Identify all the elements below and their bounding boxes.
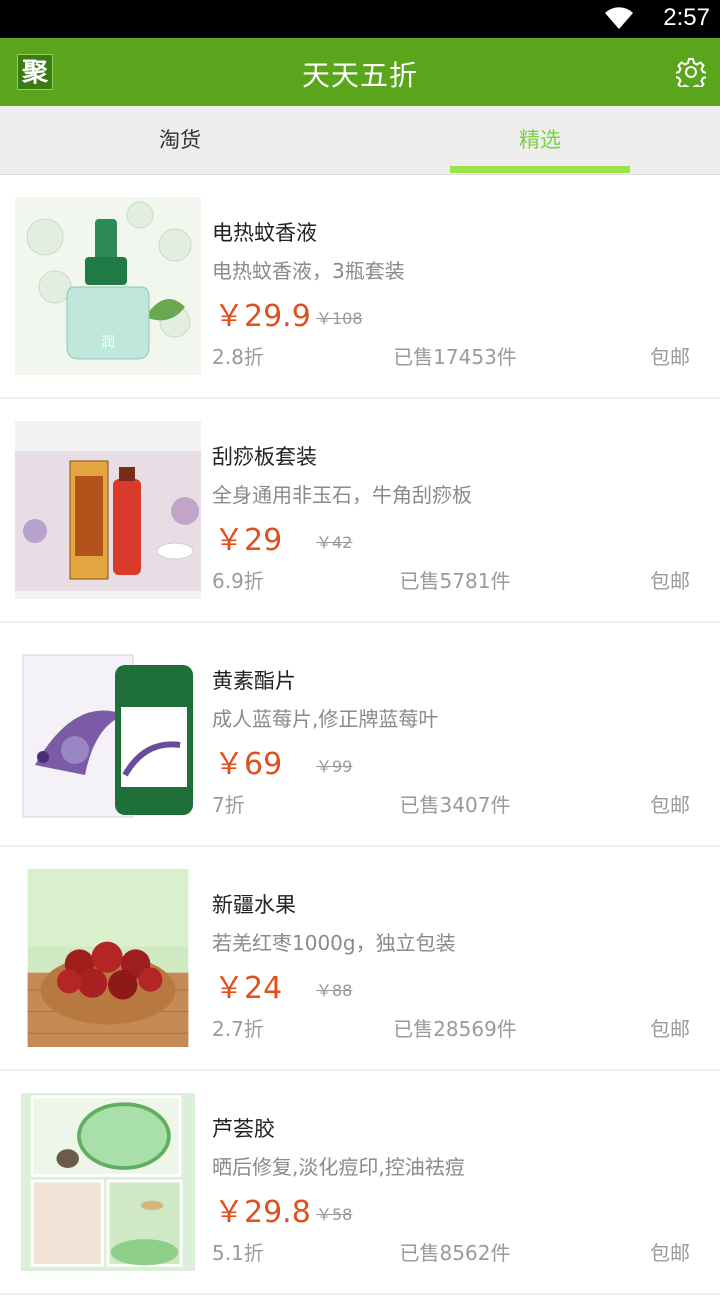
wifi-icon [605,7,633,30]
discount-label: 2.7折 [212,1017,264,1041]
product-price: ￥24 [214,971,283,1006]
product-name: 电热蚊香液 [212,221,317,245]
sold-count: 已售3407件 [399,793,511,817]
original-price: ￥42 [316,533,353,552]
discount-label: 7折 [212,793,245,817]
free-shipping-label: 包邮 [650,1017,690,1041]
free-shipping-label: 包邮 [650,793,690,817]
mosquito-liquid-image: 润 [15,197,201,375]
sold-count: 已售17453件 [393,345,517,369]
free-shipping-label: 包邮 [650,569,690,593]
product-desc: 若羌红枣1000g，独立包装 [212,931,456,955]
product-price: ￥29 [214,523,283,558]
product-name: 新疆水果 [212,893,296,917]
list-item[interactable]: 黄素酯片 成人蓝莓片,修正牌蓝莓叶 ￥69 ￥99 7折 已售3407件 包邮 [0,623,720,847]
product-desc: 全身通用非玉石，牛角刮痧板 [212,483,472,507]
sold-count: 已售28569件 [393,1017,517,1041]
original-price: ￥108 [316,309,363,328]
product-name: 刮痧板套装 [212,445,317,469]
red-dates-image [27,869,189,1047]
original-price: ￥99 [316,757,353,776]
original-price: ￥58 [316,1205,353,1224]
tab-taohuo[interactable]: 淘货 [0,106,360,174]
tab-jingxuan[interactable]: 精选 [360,106,720,174]
gear-icon[interactable] [676,57,706,87]
free-shipping-label: 包邮 [650,345,690,369]
sold-count: 已售8562件 [399,1241,511,1265]
product-desc: 晒后修复,淡化痘印,控油祛痘 [212,1155,465,1179]
scraping-set-image [15,421,201,599]
list-item[interactable]: 润 电热蚊香液 电热蚊香液，3瓶套装 ￥29.9 ￥108 2.8折 已售174… [0,175,720,399]
product-desc: 电热蚊香液，3瓶套装 [212,259,405,283]
sold-count: 已售5781件 [399,569,511,593]
original-price: ￥88 [316,981,353,1000]
product-name: 黄素酯片 [212,669,296,693]
aloe-gel-image [20,1093,196,1271]
product-price: ￥69 [214,747,283,782]
page-title: 天天五折 [301,59,418,92]
product-price: ￥29.9 [214,299,311,334]
svg-text:润: 润 [101,335,115,351]
discount-label: 5.1折 [212,1241,264,1265]
product-name: 芦荟胶 [212,1117,275,1141]
blueberry-tablet-image [15,645,201,823]
discount-label: 6.9折 [212,569,264,593]
product-desc: 成人蓝莓片,修正牌蓝莓叶 [212,707,439,731]
list-item[interactable]: 刮痧板套装 全身通用非玉石，牛角刮痧板 ￥29 ￥42 6.9折 已售5781件… [0,399,720,623]
discount-label: 2.8折 [212,345,264,369]
app-bar: 聚 天天五折 [0,38,720,106]
clock: 2:57 [663,4,710,31]
free-shipping-label: 包邮 [650,1241,690,1265]
list-item[interactable]: 芦荟胶 晒后修复,淡化痘印,控油祛痘 ￥29.8 ￥58 5.1折 已售8562… [0,1071,720,1295]
status-bar: 2:57 [0,0,720,38]
product-list: 润 电热蚊香液 电热蚊香液，3瓶套装 ￥29.9 ￥108 2.8折 已售174… [0,175,720,1295]
product-price: ￥29.8 [214,1195,311,1230]
tab-bar: 淘货 精选 [0,106,720,175]
tab-indicator [450,166,630,173]
list-item[interactable]: 新疆水果 若羌红枣1000g，独立包装 ￥24 ￥88 2.7折 已售28569… [0,847,720,1071]
